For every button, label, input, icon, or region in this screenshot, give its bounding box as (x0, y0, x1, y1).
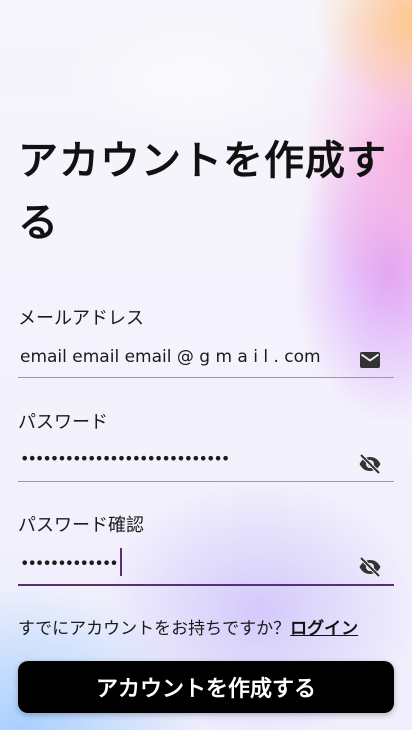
confirm-password-field[interactable]: ••••••••••••• (18, 548, 394, 586)
login-prompt-text: すでにアカウントをお持ちですか？ (18, 619, 291, 639)
password-field[interactable]: •••••••••••••••••••••••••••• (18, 445, 394, 482)
login-prompt: すでにアカウントをお持ちですか？ログイン (18, 617, 394, 641)
email-field-group: メールアドレス email email email @ g m a i l . … (18, 307, 394, 378)
email-value[interactable]: email email email @ g m a i l . com (20, 345, 321, 369)
page-title: アカウントを作成する (18, 138, 387, 246)
text-caret (119, 548, 122, 576)
confirm-password-value-wrap[interactable]: ••••••••••••• (20, 548, 122, 578)
confirm-password-value: ••••••••••••• (20, 553, 119, 573)
confirm-password-field-group: パスワード確認 ••••••••••••• (18, 514, 394, 586)
confirm-password-label: パスワード確認 (18, 515, 144, 536)
mail-icon (358, 348, 382, 372)
eye-off-icon[interactable] (358, 555, 382, 579)
create-account-button[interactable]: アカウントを作成する (18, 661, 394, 713)
password-label: パスワード (18, 412, 108, 433)
login-link[interactable]: ログイン (290, 619, 358, 639)
email-label: メールアドレス (18, 308, 144, 329)
password-field-group: パスワード •••••••••••••••••••••••••••• (18, 411, 394, 482)
password-value[interactable]: •••••••••••••••••••••••••••• (20, 447, 230, 471)
eye-off-icon[interactable] (358, 452, 382, 476)
email-field[interactable]: email email email @ g m a i l . com (18, 341, 394, 378)
